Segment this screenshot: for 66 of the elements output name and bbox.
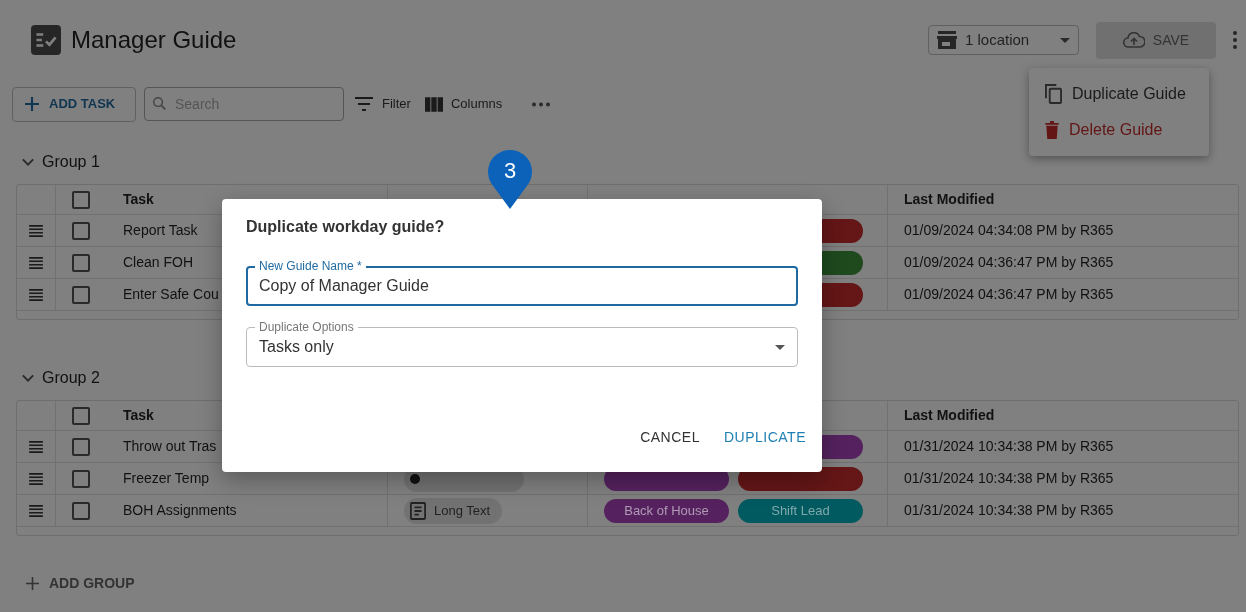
- checklist-icon: [31, 25, 61, 55]
- plus-icon: [26, 577, 39, 590]
- drag-handle-icon[interactable]: [28, 288, 44, 301]
- modified-text: 01/31/2024 10:34:38 PM by R365: [904, 501, 1114, 520]
- modified-text: 01/09/2024 04:36:47 PM by R365: [904, 285, 1114, 304]
- store-icon: [937, 30, 957, 50]
- column-header: Task: [123, 190, 154, 209]
- column-header: Last Modified: [904, 406, 995, 425]
- task-name: Report Task: [123, 221, 198, 240]
- columns-icon: [424, 96, 443, 112]
- column-header: Task: [123, 406, 154, 425]
- dot-icon: [410, 473, 420, 484]
- modified-text: 01/09/2024 04:34:08 PM by R365: [904, 221, 1114, 240]
- document-icon: [410, 501, 426, 520]
- add-task-button[interactable]: ADD TASK: [12, 86, 136, 122]
- chevron-down-icon[interactable]: [22, 158, 34, 166]
- more-icon[interactable]: [532, 101, 551, 107]
- row-checkbox[interactable]: [72, 501, 90, 520]
- group-title: Group 1: [42, 152, 100, 172]
- search-icon: [153, 97, 166, 110]
- caret-icon: [775, 344, 785, 350]
- filter-icon: [354, 97, 374, 111]
- modified-text: 01/31/2024 10:34:38 PM by R365: [904, 469, 1114, 488]
- menu-item[interactable]: Delete Guide: [1029, 112, 1209, 148]
- row-checkbox[interactable]: [72, 285, 90, 304]
- modified-text: 01/09/2024 04:36:47 PM by R365: [904, 253, 1114, 272]
- field-label: New Guide Name *: [255, 259, 366, 273]
- drag-handle-icon[interactable]: [28, 472, 44, 485]
- task-name: Throw out Tras: [123, 437, 217, 456]
- task-name: BOH Assignments: [123, 501, 237, 520]
- trash-icon: [1045, 121, 1059, 139]
- chevron-down-icon[interactable]: [22, 374, 34, 382]
- row-checkbox[interactable]: [72, 469, 90, 488]
- field-label: Duplicate Options: [255, 320, 358, 334]
- cancel-button[interactable]: CANCEL: [632, 421, 708, 454]
- add-group-button[interactable]: ADD GROUP: [20, 572, 141, 595]
- row-checkbox[interactable]: [72, 221, 90, 240]
- type-chip: Long Text: [404, 497, 503, 524]
- column-header: Last Modified: [904, 190, 995, 209]
- tag: Shift Lead: [738, 498, 863, 523]
- duplicate-button[interactable]: DUPLICATE: [715, 421, 814, 454]
- caret-icon: [1060, 37, 1070, 43]
- columns-button[interactable]: Columns: [420, 94, 507, 114]
- location-dropdown[interactable]: 1 location: [928, 25, 1079, 55]
- group-title: Group 2: [42, 368, 100, 388]
- drag-handle-icon[interactable]: [28, 440, 44, 453]
- page-title: Manager Guide: [71, 25, 237, 55]
- menu-item[interactable]: Duplicate Guide: [1029, 76, 1209, 112]
- select-all-checkbox[interactable]: [72, 406, 90, 425]
- plus-icon: [25, 97, 39, 111]
- modified-text: 01/31/2024 10:34:38 PM by R365: [904, 437, 1114, 456]
- drag-handle-icon[interactable]: [28, 504, 44, 517]
- cloud-upload-icon: [1122, 31, 1145, 49]
- more-icon[interactable]: [1232, 31, 1238, 49]
- task-name: Freezer Temp: [123, 469, 210, 488]
- task-name: Clean FOH: [123, 253, 194, 272]
- row-checkbox[interactable]: [72, 253, 90, 272]
- drag-handle-icon[interactable]: [28, 256, 44, 269]
- tag: Back of House: [604, 498, 729, 523]
- row-checkbox[interactable]: [72, 437, 90, 456]
- filter-button[interactable]: Filter: [350, 94, 415, 114]
- drag-handle-icon[interactable]: [28, 224, 44, 237]
- copy-icon: [1045, 84, 1062, 104]
- task-name: Enter Safe Cou: [123, 285, 219, 304]
- select-all-checkbox[interactable]: [72, 190, 90, 209]
- dialog-title: Duplicate workday guide?: [246, 217, 446, 237]
